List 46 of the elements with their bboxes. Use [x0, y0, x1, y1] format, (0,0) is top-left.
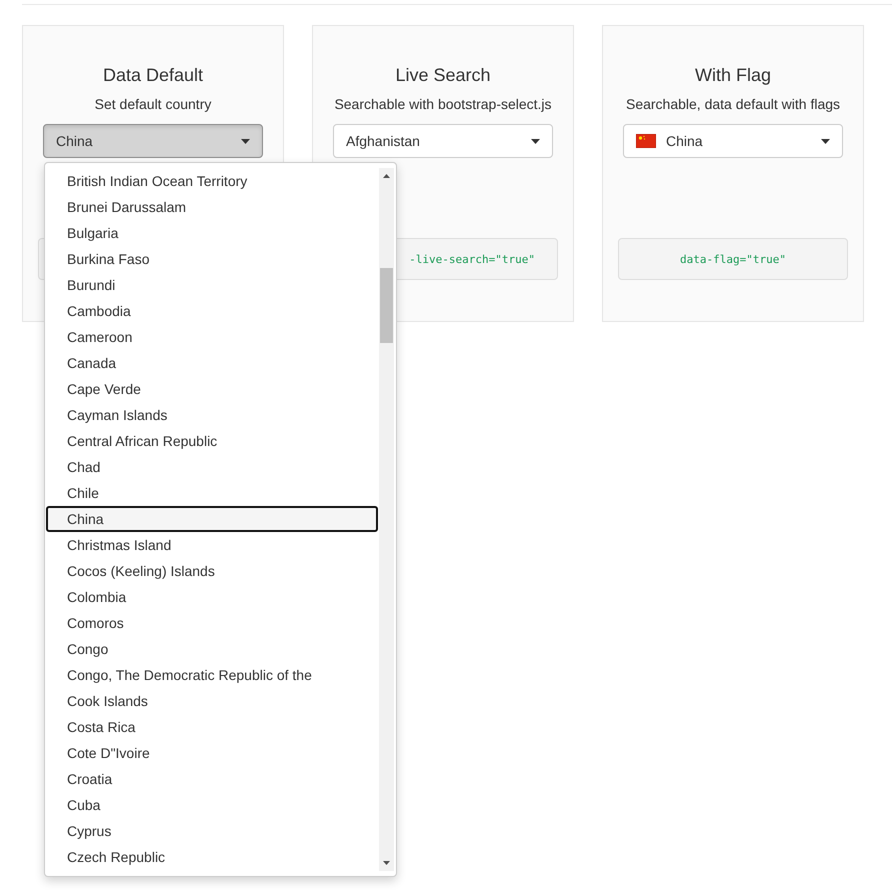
card-subtitle: Searchable, data default with flags — [626, 95, 840, 113]
caret-icon — [531, 138, 540, 144]
card-subtitle: Set default country — [94, 95, 212, 113]
dropdown-option[interactable]: Burkina Faso — [46, 246, 378, 272]
dropdown-option[interactable]: British Indian Ocean Territory — [46, 168, 378, 194]
card-subtitle: Searchable with bootstrap-select.js — [334, 95, 552, 113]
dropdown-option[interactable]: Cocos (Keeling) Islands — [46, 558, 378, 584]
caret-icon — [821, 138, 830, 144]
country-select[interactable]: China — [43, 124, 263, 158]
dropdown-option[interactable]: Czech Republic — [46, 844, 378, 870]
dropdown-option[interactable]: China — [46, 506, 378, 532]
card-title: With Flag — [694, 64, 772, 86]
dropdown-option[interactable]: Brunei Darussalam — [46, 194, 378, 220]
dropdown-option[interactable]: Congo, The Democratic Republic of the — [46, 662, 378, 688]
dropdown-option[interactable]: Costa Rica — [46, 714, 378, 740]
scroll-up-icon — [383, 174, 390, 178]
dropdown-option[interactable]: Croatia — [46, 766, 378, 792]
dropdown-option[interactable]: Cuba — [46, 792, 378, 818]
card-title: Data Default — [102, 64, 204, 86]
scrollbar-thumb[interactable] — [380, 268, 393, 343]
dropdown-option[interactable]: Bulgaria — [46, 220, 378, 246]
dropdown-option[interactable]: Canada — [46, 350, 378, 376]
scrollbar[interactable] — [379, 168, 394, 871]
card-title: Live Search — [395, 64, 491, 86]
dropdown-option[interactable]: Cayman Islands — [46, 402, 378, 428]
caret-icon — [241, 138, 250, 144]
country-select[interactable]: China — [623, 124, 843, 158]
country-select[interactable]: Afghanistan — [333, 124, 553, 158]
dropdown-option[interactable]: Burundi — [46, 272, 378, 298]
dropdown-option[interactable]: Cook Islands — [46, 688, 378, 714]
dropdown-option[interactable]: Cyprus — [46, 818, 378, 844]
dropdown-option[interactable]: Chad — [46, 454, 378, 480]
code-text: data-flag="true" — [680, 252, 786, 266]
dropdown-option[interactable]: Cape Verde — [46, 376, 378, 402]
dropdown-option[interactable]: Cote D"Ivoire — [46, 740, 378, 766]
dropdown-option[interactable]: Chile — [46, 480, 378, 506]
dropdown-option[interactable]: Colombia — [46, 584, 378, 610]
dropdown-option[interactable]: Cambodia — [46, 298, 378, 324]
flag-icon — [636, 134, 656, 148]
dropdown-option[interactable]: Central African Republic — [46, 428, 378, 454]
dropdown-option[interactable]: Cameroon — [46, 324, 378, 350]
dropdown-option[interactable]: Congo — [46, 636, 378, 662]
code-text: -live-search="true" — [409, 252, 535, 266]
dropdown-option[interactable]: Christmas Island — [46, 532, 378, 558]
dropdown-option[interactable]: Comoros — [46, 610, 378, 636]
scroll-down-icon — [383, 861, 390, 865]
